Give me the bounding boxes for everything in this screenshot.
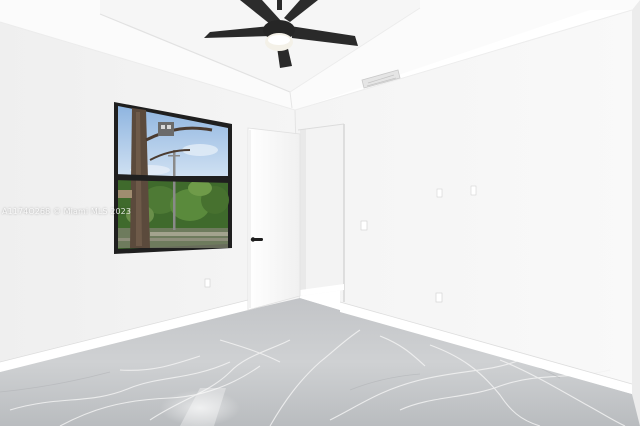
outlet-icon [470,185,477,196]
outlet-icon [435,292,443,303]
window [114,102,232,254]
light-switch-icon[interactable] [360,220,368,231]
mls-watermark: A1174O268 © Miami MLS 2023 [2,207,132,216]
outlet-icon [436,188,443,198]
interior-door[interactable] [247,127,301,311]
outlet-icon [204,278,211,288]
